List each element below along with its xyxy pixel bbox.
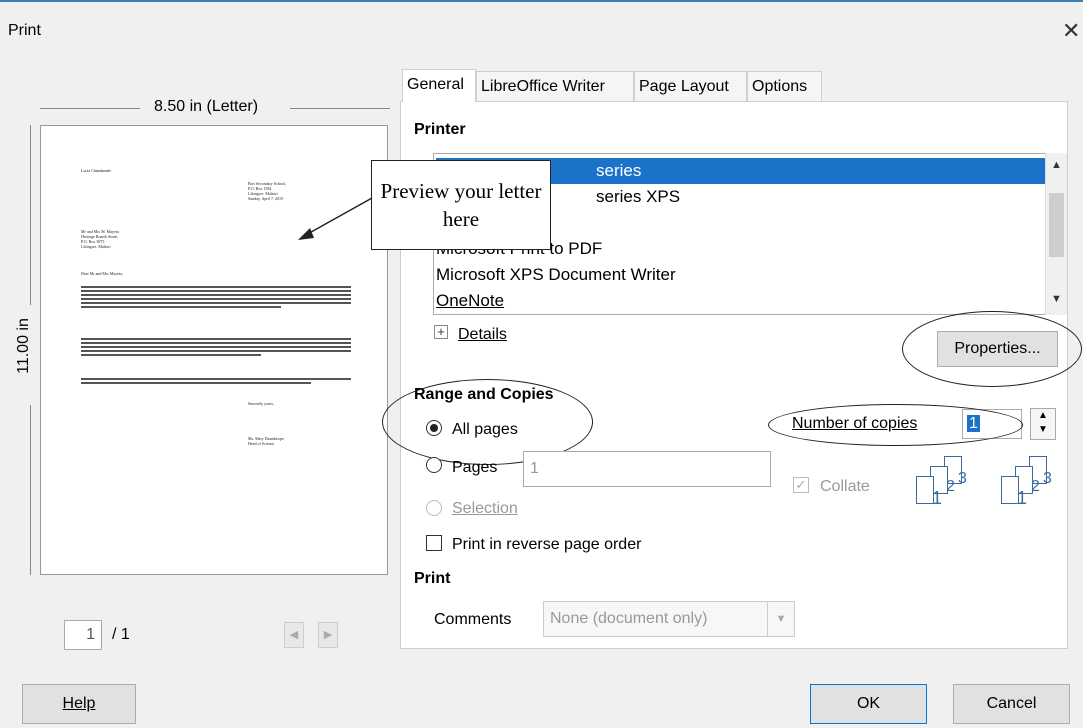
pages-input[interactable]: 1 [523,451,771,487]
reverse-order-checkbox[interactable] [426,535,442,551]
chevron-up-icon[interactable]: ▲ [1051,159,1062,171]
printer-item[interactable]: Microsoft XPS Document Writer [436,262,676,288]
printer-item-label: OneNote [436,291,505,310]
copies-spinner[interactable]: ▲ ▼ [1030,408,1056,440]
comments-label: Comments [434,611,512,628]
letter-recipient: Mr and Mrs M. Mayeta Heritage Boards Str… [81,229,119,249]
preview-height-label: 11.00 in [14,314,33,378]
printer-list-scrollbar[interactable]: ▲ ▼ [1045,153,1067,315]
copies-highlight-ellipse [768,404,1023,446]
next-page-button[interactable]: ▶ [318,622,338,648]
scrollbar-thumb[interactable] [1049,193,1064,257]
preview-callout: Preview your letter here [371,160,551,250]
window-top-border [0,0,1083,2]
callout-arrow [298,197,373,240]
window-title: Print [8,22,41,39]
preview-width-label: 8.50 in (Letter) [150,98,263,116]
cancel-button-label: Cancel [986,695,1037,712]
collated-pages-icon: 1 2 3 [910,456,980,516]
printer-item-label: Microsoft XPS Document Writer [436,265,676,284]
tab-options[interactable]: Options [747,71,822,102]
letter-signature-line: Head of Science [248,441,275,446]
collate-label[interactable]: Collate [820,478,870,496]
properties-highlight-ellipse [902,311,1082,387]
letter-recipient-line: Lilongwe, Malawi [81,244,111,249]
triangle-right-icon: ▶ [323,629,333,641]
tab-page-layout[interactable]: Page Layout [634,71,747,102]
letter-greeting: Dear Mr and Mrs Mayeta, [81,271,123,276]
details-toggle[interactable]: Details [458,326,507,344]
letter-paragraph [81,378,351,386]
cancel-button[interactable]: Cancel [953,684,1070,724]
preview-height-dimension: 11.00 in [14,125,40,575]
pages-label[interactable]: Pages [452,459,497,477]
letter-school: Bivi Secondary School, P.O. Box 1584 Lil… [248,181,286,201]
preview-width-dimension: 8.50 in (Letter) [40,98,390,118]
letter-closing: Sincerely yours, [248,401,274,406]
previous-page-button[interactable]: ◀ [284,622,304,648]
printer-item-label: series [596,161,642,180]
ok-button-label: OK [856,695,881,712]
selection-radio[interactable] [426,500,442,516]
comments-select-value: None (document only) [550,610,708,627]
triangle-left-icon: ◀ [289,629,299,641]
close-icon[interactable]: ✕ [1062,18,1080,44]
collate-checkbox[interactable]: ✓ [793,477,809,493]
help-button[interactable]: Help [22,684,136,724]
letter-paragraph [81,286,351,310]
selection-label[interactable]: Selection [452,500,518,518]
printer-item[interactable]: OneNote [436,288,504,314]
help-button-label: Help [62,695,96,712]
comments-select[interactable]: None (document only) ▼ [543,601,795,637]
letter-sender: Lucia Chandamale [81,168,112,173]
tab-libreoffice-writer[interactable]: LibreOffice Writer [476,71,634,102]
letter-school-line: Sunday, April 7, 2019 [248,196,283,201]
ok-button[interactable]: OK [810,684,927,724]
letter-signature: Ms. Mary Dzanduwpe Head of Science [248,436,284,446]
chevron-down-icon[interactable]: ▼ [1051,293,1062,305]
tab-general[interactable]: General [402,69,476,102]
print-header: Print [414,570,451,587]
chevron-down-icon[interactable]: ▼ [767,602,794,636]
letter-paragraph [81,338,351,358]
expand-plus-icon[interactable]: + [434,325,448,339]
printer-header: Printer [414,121,466,138]
spin-down-icon[interactable]: ▼ [1038,424,1048,435]
spin-up-icon[interactable]: ▲ [1038,410,1048,421]
page-number-input[interactable]: 1 [64,620,102,650]
printer-item-label: series XPS [596,187,681,206]
uncollated-pages-icon: 1 2 3 [995,456,1065,516]
reverse-order-label[interactable]: Print in reverse page order [452,536,641,554]
pages-radio[interactable] [426,457,442,473]
page-total: / 1 [112,626,130,643]
